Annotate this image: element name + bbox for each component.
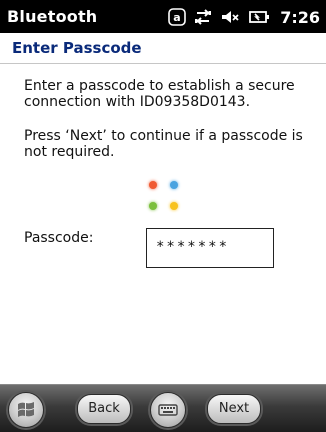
passcode-input[interactable]: ******* (146, 228, 274, 268)
logo-dot-blue (170, 181, 178, 189)
page-title: Enter Passcode (12, 39, 142, 57)
logo-dot-green (149, 202, 157, 210)
battery-charging-icon[interactable] (248, 8, 270, 26)
status-icons: a 7:26 (168, 6, 320, 28)
connectivity-arrows-icon[interactable] (194, 8, 212, 26)
page-header: Enter Passcode (0, 33, 326, 64)
start-button[interactable] (8, 392, 44, 428)
logo-dot-yellow (170, 202, 178, 210)
svg-text:a: a (173, 11, 180, 24)
hint-text: Press ‘Next’ to continue if a passcode i… (24, 128, 303, 160)
windows-start-icon (18, 402, 34, 417)
volume-muted-icon[interactable] (220, 8, 240, 26)
taskbar: Back Next (0, 384, 326, 432)
windows-logo-icon (145, 175, 185, 215)
logo-dot-red (149, 181, 157, 189)
passcode-label: Passcode: (24, 230, 94, 246)
content-area: Enter a passcode to establish a secure c… (0, 64, 326, 384)
status-bar: Bluetooth a 7:26 (0, 0, 326, 33)
instruction-text: Enter a passcode to establish a secure c… (24, 78, 295, 110)
next-button[interactable]: Next (207, 394, 261, 424)
keyboard-button[interactable] (150, 392, 186, 428)
app-title: Bluetooth (7, 7, 98, 26)
clock[interactable]: 7:26 (280, 8, 320, 27)
a-in-circle-icon[interactable]: a (168, 8, 187, 26)
back-button[interactable]: Back (77, 394, 131, 424)
keyboard-icon (158, 404, 178, 416)
